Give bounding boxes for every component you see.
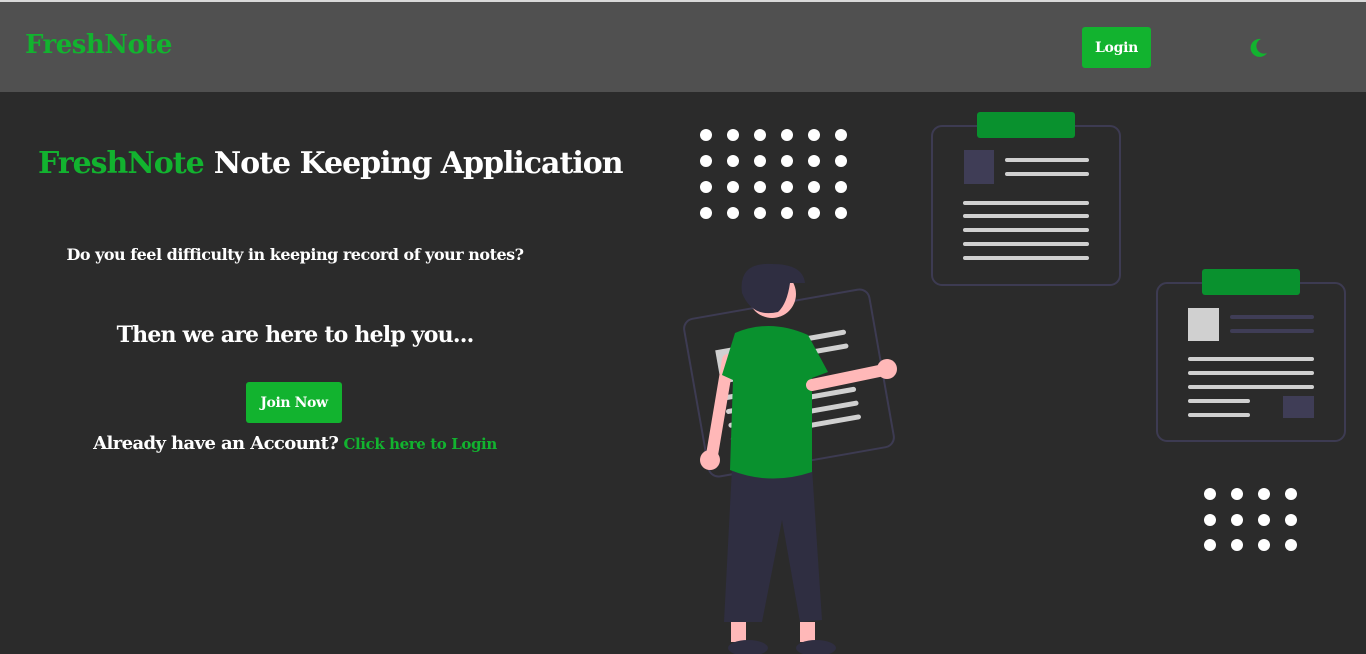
hero-title-text: Note Keeping Application <box>213 146 624 181</box>
navbar: FreshNote Login <box>0 2 1366 92</box>
login-button[interactable]: Login <box>1082 27 1151 68</box>
join-now-button[interactable]: Join Now <box>246 382 342 423</box>
navbar-brand[interactable]: FreshNote <box>25 30 172 60</box>
dot-grid-top <box>700 129 847 219</box>
moon-icon <box>1250 38 1267 57</box>
notes-illustration <box>683 112 1346 654</box>
hero-help-text: Then we are here to help you... <box>116 322 475 348</box>
hero-brand: FreshNote <box>38 146 205 181</box>
login-link[interactable]: Click here to Login <box>343 435 497 453</box>
note-card-2 <box>1156 269 1346 442</box>
page-title: FreshNote Note Keeping Application <box>38 146 624 181</box>
note-card-1 <box>931 112 1121 286</box>
theme-toggle[interactable] <box>1245 35 1271 61</box>
account-line: Already have an Account? Click here to L… <box>0 433 590 454</box>
account-text: Already have an Account? <box>93 433 339 454</box>
hero-question: Do you feel difficulty in keeping record… <box>66 245 524 264</box>
dot-grid-bottom <box>1204 488 1297 551</box>
